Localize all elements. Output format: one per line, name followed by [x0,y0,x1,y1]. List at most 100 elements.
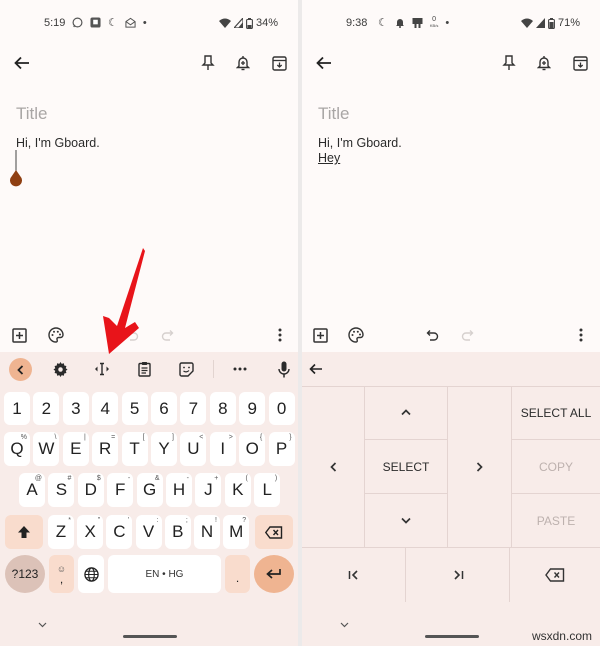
add-content-button[interactable] [309,324,331,346]
key-2[interactable]: 2 [33,392,60,425]
voice-input-button[interactable] [272,357,296,381]
key-a[interactable]: A @ [19,473,45,507]
shift-key[interactable] [5,515,43,549]
back-button[interactable] [11,52,33,74]
paste-button[interactable]: PASTE [512,494,600,548]
key-4[interactable]: 4 [92,392,119,425]
key-q[interactable]: Q% [4,432,30,466]
key-n[interactable]: N! [194,515,220,549]
key-k[interactable]: K( [224,473,251,507]
move-right-button[interactable] [448,386,512,548]
more-options-button[interactable] [570,324,592,346]
move-to-end-button[interactable] [406,548,510,602]
back-to-keyboard-button[interactable] [304,357,328,381]
key-hint: $ [96,475,101,482]
select-toggle-button[interactable]: SELECT [365,440,448,494]
redo-button[interactable] [157,324,179,346]
hide-keyboard-button[interactable] [340,620,349,631]
move-up-button[interactable] [365,386,448,440]
key-9[interactable]: 9 [239,392,266,425]
note-body-field[interactable]: Hi, I'm Gboard. Hey [318,136,402,166]
sticker-button[interactable] [174,357,198,381]
space-key[interactable]: EN • HG [108,555,221,593]
collapse-toolbar-button[interactable] [9,358,32,381]
bell-icon [395,19,404,28]
key-hint: % [20,434,27,441]
key-5[interactable]: 5 [121,392,148,425]
key-label: T [129,439,140,458]
key-d[interactable]: D $ [77,473,104,507]
key-1[interactable]: 1 [4,392,30,425]
symbols-key[interactable]: ?123 [5,555,45,593]
delete-button[interactable] [510,548,600,602]
reminder-button[interactable] [232,52,254,74]
key-c[interactable]: C ' [106,515,133,549]
text-cursor-handle[interactable] [9,150,23,188]
key-s[interactable]: S # [48,473,75,507]
more-options-button[interactable] [269,324,291,346]
key-i[interactable]: I > [209,432,236,466]
key-e[interactable]: E | [62,432,89,466]
period-key[interactable]: . [225,555,250,593]
key-7[interactable]: 7 [180,392,207,425]
key-r[interactable]: R = [92,432,119,466]
redo-button[interactable] [457,324,479,346]
back-button[interactable] [313,52,335,74]
key-p[interactable]: P} [268,432,295,466]
key-hint: @ [34,475,42,482]
key-l[interactable]: L) [254,473,281,507]
key-o[interactable]: O{ [239,432,266,466]
key-j[interactable]: J + [195,473,222,507]
note-body-field[interactable]: Hi, I'm Gboard. [16,136,100,151]
key-h[interactable]: H- [166,473,192,507]
key-label: S [55,480,68,499]
color-palette-button[interactable] [45,324,67,346]
pin-button[interactable] [197,52,219,74]
more-tools-button[interactable] [228,357,252,381]
key-hint: ! [215,517,217,524]
note-title-field[interactable]: Title [16,104,48,124]
pin-button[interactable] [498,52,520,74]
key-t[interactable]: T[ [121,432,148,466]
add-content-button[interactable] [8,324,30,346]
backspace-key[interactable] [255,515,293,549]
note-title-field[interactable]: Title [318,104,350,124]
key-b[interactable]: B; [164,515,191,549]
emoji-comma-key[interactable]: ☺ , [49,555,74,593]
select-all-button[interactable]: SELECT ALL [512,386,600,440]
archive-icon [271,55,287,71]
key-8[interactable]: 8 [209,392,236,425]
move-down-button[interactable] [365,494,448,548]
copy-button[interactable]: COPY [512,440,600,494]
key-3[interactable]: 3 [62,392,89,425]
reminder-button[interactable] [533,52,555,74]
key-f[interactable]: F- [107,473,134,507]
language-key[interactable] [78,555,104,593]
color-palette-button[interactable] [345,324,367,346]
hide-keyboard-button[interactable] [38,620,47,631]
key-6[interactable]: 6 [151,392,177,425]
text-editing-button[interactable] [90,357,114,381]
key-0[interactable]: 0 [268,392,295,425]
key-g[interactable]: G & [136,473,163,507]
key-x[interactable]: X " [77,515,104,549]
home-gesture-pill[interactable] [425,635,479,638]
key-m[interactable]: M? [223,515,250,549]
key-u[interactable]: U < [180,432,207,466]
home-gesture-pill[interactable] [123,635,177,638]
move-to-start-button[interactable] [302,548,406,602]
key-z[interactable]: Z * [48,515,74,549]
notification-icons: ☾ 0 KB/s • [378,16,449,30]
settings-button[interactable] [48,357,72,381]
key-label: C [113,522,126,541]
key-label: V [142,522,155,541]
undo-button[interactable] [421,324,443,346]
move-left-button[interactable] [302,386,365,548]
key-v[interactable]: V: [135,515,162,549]
enter-key[interactable] [254,555,294,593]
archive-button[interactable] [268,52,290,74]
key-w[interactable]: W \ [33,432,60,466]
archive-button[interactable] [569,52,591,74]
clipboard-button[interactable] [132,357,156,381]
key-y[interactable]: Y] [151,432,177,466]
